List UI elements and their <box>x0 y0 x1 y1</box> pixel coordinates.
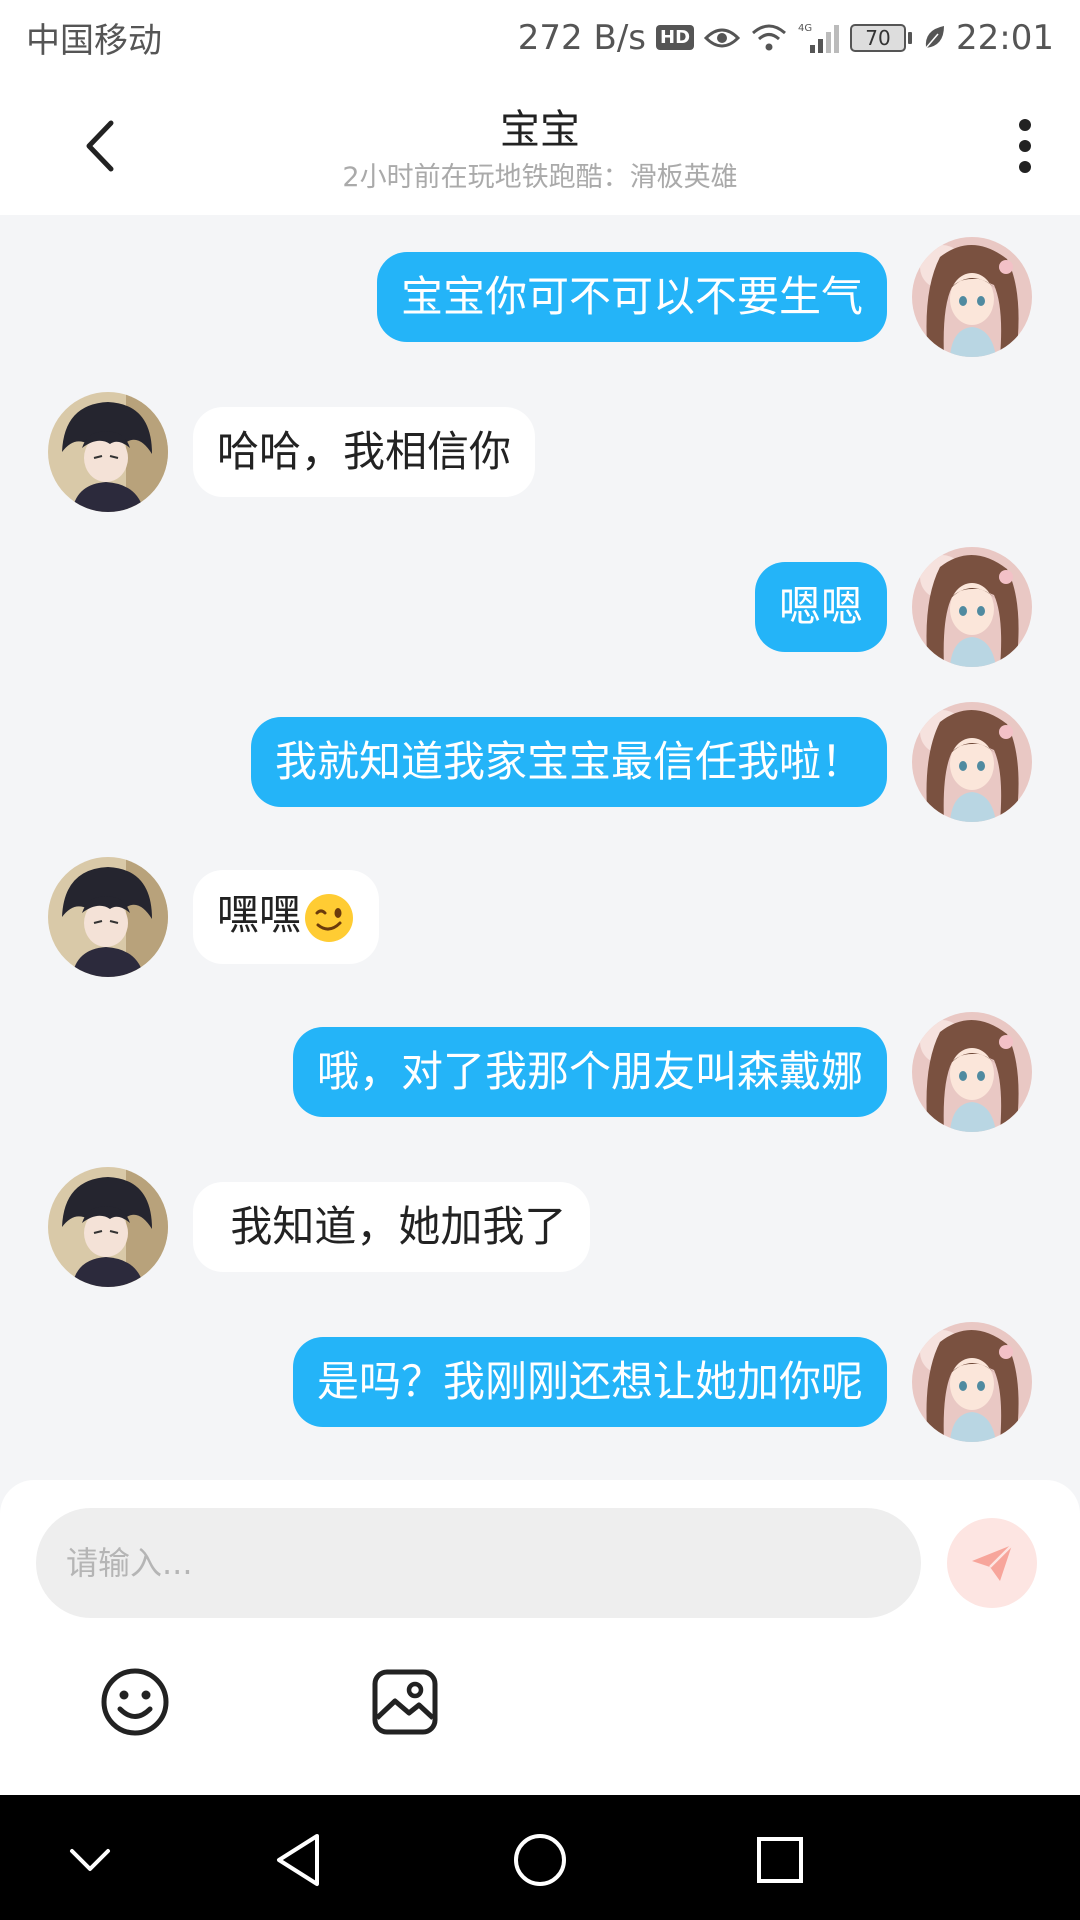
message-text: 嘿嘿 <box>217 890 302 940</box>
message-list[interactable]: 宝宝你可不可以不要生气 哈哈，我相信你 嗯嗯 我就知道我家宝宝最信任我啦！ 嘿嘿… <box>0 215 1080 1485</box>
system-nav-bar <box>0 1795 1080 1920</box>
message-row: 哦，对了我那个朋友叫森戴娜 <box>292 1012 1032 1132</box>
status-bar: 中国移动 272 B/s HD 4G 70 22:01 <box>0 0 1080 75</box>
contact-avatar[interactable] <box>48 392 168 512</box>
hide-keyboard-button[interactable] <box>50 1820 130 1900</box>
battery-level: 70 <box>850 23 907 52</box>
winking-face-emoji <box>305 893 354 942</box>
contact-avatar[interactable] <box>48 857 168 977</box>
chat-header: 宝宝 2小时前在玩地铁跑酷：滑板英雄 <box>0 75 1080 215</box>
carrier-label: 中国移动 <box>26 21 162 61</box>
message-row: 哈哈，我相信你 <box>48 392 536 512</box>
wifi-icon <box>750 23 788 53</box>
image-button[interactable] <box>368 1665 442 1739</box>
emoji-button[interactable] <box>98 1665 172 1739</box>
message-row: 嗯嗯 <box>754 547 1032 667</box>
emoji-icon <box>101 1668 169 1736</box>
image-icon <box>372 1669 438 1735</box>
back-triangle-icon <box>277 1834 319 1886</box>
message-bubble[interactable]: 我就知道我家宝宝最信任我啦！ <box>250 716 887 808</box>
battery-icon: 70 <box>850 23 913 52</box>
message-bubble[interactable]: 哈哈，我相信你 <box>193 406 536 498</box>
contact-avatar[interactable] <box>48 1167 168 1287</box>
composer-panel <box>0 1480 1080 1795</box>
contact-status: 2小时前在玩地铁跑酷：滑板英雄 <box>342 162 738 193</box>
hide-keyboard-icon <box>70 1849 110 1871</box>
signal-icon: 4G <box>798 21 840 55</box>
message-bubble[interactable]: 嗯嗯 <box>754 561 887 653</box>
message-row: 是吗？我刚刚还想让她加你呢 <box>292 1322 1032 1442</box>
my-avatar[interactable] <box>912 702 1032 822</box>
clock: 22:01 <box>956 17 1054 58</box>
my-avatar[interactable] <box>912 547 1032 667</box>
network-type-label: 4G <box>798 23 812 34</box>
my-avatar[interactable] <box>912 237 1032 357</box>
more-vertical-icon <box>1019 119 1031 173</box>
message-bubble[interactable]: 哦，对了我那个朋友叫森戴娜 <box>292 1026 887 1118</box>
message-row: 嘿嘿 <box>48 857 380 977</box>
contact-name: 宝宝 <box>500 107 580 153</box>
my-avatar[interactable] <box>912 1322 1032 1442</box>
eye-icon <box>704 24 741 52</box>
recents-square-icon <box>757 1837 803 1883</box>
leaf-icon <box>922 24 946 52</box>
message-input[interactable] <box>36 1508 921 1618</box>
message-bubble[interactable]: 宝宝你可不可以不要生气 <box>376 251 887 343</box>
home-circle-icon <box>514 1834 566 1886</box>
more-options-button[interactable] <box>1000 113 1050 179</box>
nav-back-button[interactable] <box>258 1820 338 1900</box>
message-bubble[interactable]: 嘿嘿 <box>193 870 380 964</box>
nav-home-button[interactable] <box>500 1820 580 1900</box>
message-row: 宝宝你可不可以不要生气 <box>376 237 1032 357</box>
net-speed: 272 B/s <box>517 17 646 58</box>
message-row: 我就知道我家宝宝最信任我啦！ <box>250 702 1032 822</box>
message-bubble[interactable]: 我知道，她加我了 <box>193 1181 591 1273</box>
nav-recents-button[interactable] <box>740 1820 820 1900</box>
hd-icon: HD <box>656 25 695 50</box>
message-row: 我知道，她加我了 <box>48 1167 591 1287</box>
send-icon <box>972 1544 1013 1581</box>
my-avatar[interactable] <box>912 1012 1032 1132</box>
send-button[interactable] <box>947 1518 1037 1608</box>
message-bubble[interactable]: 是吗？我刚刚还想让她加你呢 <box>292 1336 887 1428</box>
